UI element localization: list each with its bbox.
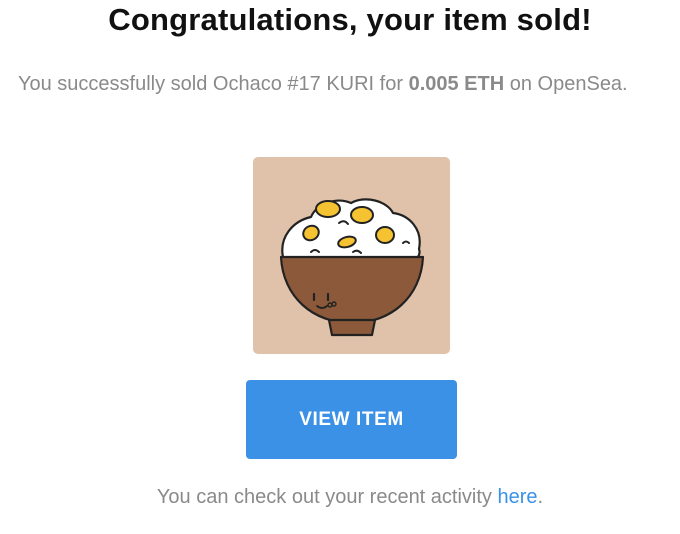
recent-activity-text: You can check out your recent activity h… — [0, 486, 680, 509]
sale-notification: Congratulations, your item sold! You suc… — [0, 0, 680, 534]
sale-message-prefix: You successfully sold Ochaco #17 KURI fo… — [18, 73, 409, 95]
view-item-button[interactable]: VIEW ITEM — [246, 380, 457, 459]
sale-message: You successfully sold Ochaco #17 KURI fo… — [18, 70, 668, 99]
activity-suffix: . — [537, 486, 544, 508]
activity-here-link[interactable]: here — [497, 486, 537, 508]
rice-bowl-with-chestnuts-icon — [279, 198, 425, 337]
sale-amount: 0.005 ETH — [408, 73, 505, 95]
page-title: Congratulations, your item sold! — [108, 2, 592, 37]
item-image[interactable] — [253, 157, 450, 354]
sale-message-suffix: on OpenSea. — [504, 73, 628, 95]
activity-prefix: You can check out your recent activity — [156, 486, 498, 508]
